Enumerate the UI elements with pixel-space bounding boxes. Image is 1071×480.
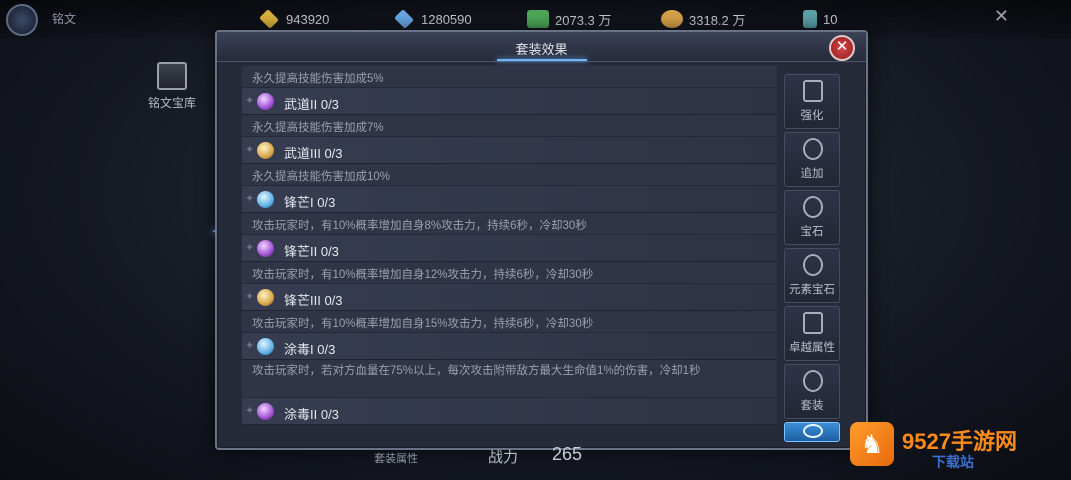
star-icon: ✦ xyxy=(245,340,255,352)
tab-label: 套装 xyxy=(800,398,824,412)
blue-diamond-icon xyxy=(394,9,414,29)
power-label: 战力 xyxy=(488,449,519,466)
effect-description-row: 攻击玩家时，有10%概率增加自身12%攻击力，持续6秒，冷却30秒 xyxy=(242,262,777,284)
suit-item-name: 锋芒I 0/3 xyxy=(284,195,336,210)
resource-teal-potion: 10 xyxy=(803,9,837,29)
treasury-label: 铭文宝库 xyxy=(147,96,196,110)
resource-value: 3318.2 万 xyxy=(689,12,746,28)
resource-value: 1280590 xyxy=(421,11,472,27)
suit-item-row[interactable]: ✦ 涂毒II 0/3 xyxy=(242,398,777,425)
effect-description: 攻击玩家时，有10%概率增加自身12%攻击力，持续6秒，冷却30秒 xyxy=(252,269,594,281)
star-icon: ✦ xyxy=(245,242,255,254)
tab-excellence[interactable]: 卓越属性 xyxy=(784,306,840,361)
tab-suit[interactable]: 套装 xyxy=(784,364,840,419)
effect-description-row: 攻击玩家时，有10%概率增加自身15%攻击力，持续6秒，冷却30秒 xyxy=(242,311,777,333)
resource-yellow-diamond: 943920 xyxy=(258,9,329,29)
resource-value: 10 xyxy=(823,11,838,27)
star-icon: ✦ xyxy=(245,95,255,107)
suit-effect-list[interactable]: 永久提高技能伤害加成5% ✦ 武道II 0/3 永久提高技能伤害加成7% ✦ 武… xyxy=(242,66,777,448)
effect-description: 攻击玩家时，若对方血量在75%以上，每次攻击附带敌方最大生命值1%的伤害，冷却1… xyxy=(252,365,701,377)
close-icon[interactable]: ✕ xyxy=(994,6,1009,27)
tab-label: 卓越属性 xyxy=(789,340,835,354)
panel-close-button[interactable]: ✕ xyxy=(829,35,855,61)
blue-gem-icon xyxy=(257,338,274,355)
teal-potion-icon xyxy=(803,10,817,28)
gold-gem-icon xyxy=(257,289,274,306)
purple-gem-icon xyxy=(257,93,274,110)
tab-gem[interactable]: 宝石 xyxy=(784,190,840,245)
suit-item-row[interactable]: ✦ 武道III 0/3 xyxy=(242,137,777,164)
horse-logo-icon: ♞ xyxy=(850,422,894,466)
category-tabs: 强化 追加 宝石 元素宝石 卓越属性 套装 xyxy=(784,74,840,445)
star-icon: ✦ xyxy=(245,144,255,156)
effect-description: 永久提高技能伤害加成7% xyxy=(252,122,384,134)
suit-item-name: 锋芒III 0/3 xyxy=(284,293,343,308)
treasure-chest-icon xyxy=(157,62,187,90)
suit-item-row[interactable]: ✦ 锋芒III 0/3 xyxy=(242,284,777,311)
tab-label: 元素宝石 xyxy=(789,282,835,296)
yellow-diamond-icon xyxy=(259,9,279,29)
suit-item-row[interactable]: ✦ 涂毒I 0/3 xyxy=(242,333,777,360)
effect-description: 攻击玩家时，有10%概率增加自身15%攻击力，持续6秒，冷却30秒 xyxy=(252,318,594,330)
gold-coin-icon xyxy=(661,10,683,28)
back-label: 铭文 xyxy=(52,12,77,26)
tab-inscription-active[interactable] xyxy=(784,422,840,442)
suit-item-name: 涂毒II 0/3 xyxy=(284,407,339,422)
purple-gem-icon xyxy=(257,240,274,257)
effect-description-row: 永久提高技能伤害加成7% xyxy=(242,115,777,137)
suit-effect-panel: 套装效果 ✕ 永久提高技能伤害加成5% ✦ 武道II 0/3 永久提高技能伤害加… xyxy=(215,30,868,450)
suit-item-name: 武道III 0/3 xyxy=(284,146,343,161)
resource-value: 943920 xyxy=(286,11,330,27)
effect-description-row: 攻击玩家时，有10%概率增加自身8%攻击力，持续6秒，冷却30秒 xyxy=(242,213,777,235)
suit-icon xyxy=(803,370,823,392)
star-icon: ✦ xyxy=(245,291,255,303)
blue-gem-icon xyxy=(257,191,274,208)
element-gem-icon xyxy=(803,254,823,276)
inscription-icon xyxy=(803,424,823,438)
site-watermark: ♞ 9527手游网 下载站 xyxy=(850,422,1065,470)
watermark-subtext: 下载站 xyxy=(932,454,974,470)
suit-item-name: 锋芒II 0/3 xyxy=(284,244,339,259)
gem-sigil-icon xyxy=(803,196,823,218)
suit-item-name: 武道II 0/3 xyxy=(284,97,339,112)
effect-description: 永久提高技能伤害加成5% xyxy=(252,73,384,85)
back-emblem-icon[interactable] xyxy=(6,4,38,36)
tab-enhance[interactable]: 强化 xyxy=(784,74,840,129)
tab-element-gem[interactable]: 元素宝石 xyxy=(784,248,840,303)
effect-description-row: 永久提高技能伤害加成10% xyxy=(242,164,777,186)
star-icon: ✦ xyxy=(245,405,255,417)
excellence-icon xyxy=(803,312,823,334)
tab-label: 宝石 xyxy=(800,224,824,238)
anvil-icon xyxy=(803,80,823,102)
effect-description: 永久提高技能伤害加成10% xyxy=(252,171,391,183)
power-value: 265 xyxy=(552,444,583,464)
tab-label: 强化 xyxy=(800,108,824,122)
resource-blue-diamond: 1280590 xyxy=(393,9,472,29)
star-icon: ✦ xyxy=(245,193,255,205)
panel-title: 套装效果 xyxy=(515,43,568,58)
gold-gem-icon xyxy=(257,142,274,159)
resource-value: 2073.3 万 xyxy=(555,12,612,28)
suit-item-name: 涂毒I 0/3 xyxy=(284,342,336,357)
add-sigil-icon xyxy=(803,138,823,160)
suit-item-row[interactable]: ✦ 武道II 0/3 xyxy=(242,88,777,115)
tab-label: 追加 xyxy=(800,166,824,180)
green-dragon-icon xyxy=(527,10,549,28)
suit-item-row[interactable]: ✦ 锋芒II 0/3 xyxy=(242,235,777,262)
suit-item-row[interactable]: ✦ 锋芒I 0/3 xyxy=(242,186,777,213)
purple-gem-icon xyxy=(257,403,274,420)
effect-description-row: 永久提高技能伤害加成5% xyxy=(242,66,777,88)
effect-description: 攻击玩家时，有10%概率增加自身8%攻击力，持续6秒，冷却30秒 xyxy=(252,220,587,232)
effect-description-row: 攻击玩家时，若对方血量在75%以上，每次攻击附带敌方最大生命值1%的伤害，冷却1… xyxy=(242,360,777,398)
tab-append[interactable]: 追加 xyxy=(784,132,840,187)
resource-green-dragon: 2073.3 万 xyxy=(527,9,611,29)
title-underline xyxy=(497,59,587,61)
suit-attribute-label[interactable]: 套装属性 xyxy=(374,450,418,466)
inscription-treasury-button[interactable]: 铭文宝库 xyxy=(142,62,202,112)
resource-gold-coin: 3318.2 万 xyxy=(661,9,745,29)
